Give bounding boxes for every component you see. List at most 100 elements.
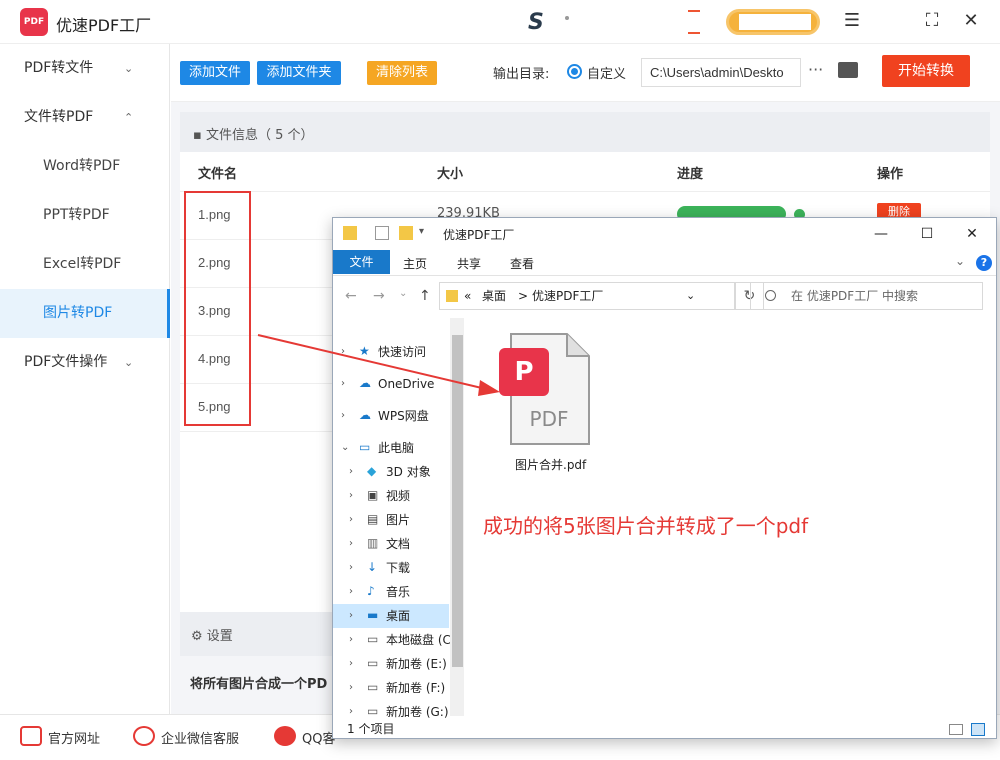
video-icon: ▣ xyxy=(367,488,379,502)
tab-home[interactable]: 主页 xyxy=(403,255,427,272)
cube-icon: ◆ xyxy=(367,464,377,478)
up-icon[interactable]: ↑ xyxy=(419,288,431,304)
nav-item[interactable]: › ▭ 新加卷 (F:) xyxy=(333,676,449,700)
tab-file[interactable]: 文件 xyxy=(333,250,390,274)
nav-item-label: 文档 xyxy=(386,537,411,551)
breadcrumb-folder[interactable]: 优速PDF工厂 xyxy=(532,283,603,309)
properties-icon[interactable] xyxy=(375,226,389,240)
chevron-right-icon[interactable]: › xyxy=(349,628,353,652)
wechat-icon xyxy=(133,726,155,746)
user-badge[interactable] xyxy=(726,9,820,35)
chevron-right-icon[interactable]: › xyxy=(349,556,353,580)
recent-dropdown-icon[interactable]: ⌄ xyxy=(399,288,407,299)
website-link[interactable]: 官方网址 xyxy=(48,728,100,747)
output-path-input[interactable]: C:\Users\admin\Deskto xyxy=(641,58,801,87)
nav-item[interactable]: › ☁ OneDrive xyxy=(333,372,449,396)
nav-item[interactable]: › ▥ 文档 xyxy=(333,532,449,556)
maximize-icon[interactable]: ☐ xyxy=(917,224,937,244)
sidebar-item-label: Word转PDF xyxy=(43,158,121,174)
nav-item[interactable]: › ♪ 音乐 xyxy=(333,580,449,604)
nav-item-label: 视频 xyxy=(386,489,411,503)
nav-item[interactable]: › ▤ 图片 xyxy=(333,508,449,532)
search-placeholder: 在 优速PDF工厂 中搜索 xyxy=(791,289,919,303)
chevron-right-icon[interactable]: › xyxy=(341,340,345,364)
nav-item[interactable]: › ☁ WPS网盘 xyxy=(333,404,449,428)
sidebar-item-excel-to-pdf[interactable]: Excel转PDF xyxy=(0,240,170,289)
chevron-right-icon[interactable]: › xyxy=(349,604,353,628)
chevron-down-icon[interactable]: ⌄ xyxy=(341,436,349,460)
menu-icon[interactable]: ☰ xyxy=(840,10,864,34)
sidebar-item-pdf-operations[interactable]: PDF文件操作 ⌄ xyxy=(0,338,170,387)
breadcrumb-desktop[interactable]: 桌面 xyxy=(482,283,506,309)
chevron-right-icon[interactable]: › xyxy=(349,484,353,508)
sidebar-item-pdf-to-file[interactable]: PDF转文件 ⌄ xyxy=(0,44,170,93)
close-icon[interactable]: ✕ xyxy=(959,10,983,34)
chevron-right-icon[interactable]: › xyxy=(349,580,353,604)
nav-scroll-thumb[interactable] xyxy=(452,335,463,667)
search-icon xyxy=(765,290,776,301)
breadcrumb-separator[interactable]: > xyxy=(518,283,528,309)
sidebar-item-file-to-pdf[interactable]: 文件转PDF ⌃ xyxy=(0,93,170,142)
folder-icon[interactable] xyxy=(838,62,858,78)
chevron-up-icon: ⌃ xyxy=(124,111,134,124)
chevron-right-icon[interactable]: › xyxy=(341,372,345,396)
nav-item[interactable]: › ★ 快速访问 xyxy=(333,340,449,364)
nav-item[interactable]: › ▭ 新加卷 (E:) xyxy=(333,652,449,676)
nav-item[interactable]: › ◆ 3D 对象 xyxy=(333,460,449,484)
nav-item[interactable]: › ▣ 视频 xyxy=(333,484,449,508)
chevron-down-icon[interactable]: ⌄ xyxy=(686,283,695,309)
highlight-box xyxy=(184,191,251,426)
chevron-right-icon[interactable]: › xyxy=(349,460,353,484)
chevron-right-icon[interactable]: › xyxy=(341,404,345,428)
merge-option: 将所有图片合成一个PD xyxy=(190,677,328,692)
sidebar-item-ppt-to-pdf[interactable]: PPT转PDF xyxy=(0,191,170,240)
chevron-right-icon[interactable]: › xyxy=(349,532,353,556)
toolbar: 添加文件 添加文件夹 清除列表 输出目录: 自定义 C:\Users\admin… xyxy=(171,44,1000,102)
details-view-icon[interactable] xyxy=(949,724,963,735)
nav-item-label: 3D 对象 xyxy=(386,465,431,479)
search-input[interactable]: 在 优速PDF工厂 中搜索 xyxy=(750,282,983,310)
sidebar-item-image-to-pdf[interactable]: 图片转PDF xyxy=(0,289,170,338)
drive-icon: ▭ xyxy=(367,656,379,670)
nav-item[interactable]: › ↓ 下载 xyxy=(333,556,449,580)
nav-item-label: WPS网盘 xyxy=(378,409,429,423)
large-icons-view-icon[interactable] xyxy=(971,723,985,736)
ribbon-expand-icon[interactable]: ⌄ xyxy=(955,254,965,268)
add-folder-button[interactable]: 添加文件夹 xyxy=(257,61,341,85)
sidebar-item-label: Excel转PDF xyxy=(43,256,122,272)
nav-item[interactable]: › ▭ 本地磁盘 (C xyxy=(333,628,451,652)
settings-text: 设置 xyxy=(206,629,233,644)
qq-link[interactable]: QQ客 xyxy=(302,728,335,747)
start-convert-button[interactable]: 开始转换 xyxy=(882,55,970,87)
address-bar[interactable]: « 桌面 > 优速PDF工厂 ⌄ xyxy=(439,282,735,310)
tab-view[interactable]: 查看 xyxy=(510,255,534,272)
custom-radio[interactable] xyxy=(567,64,582,79)
sidebar-item-word-to-pdf[interactable]: Word转PDF xyxy=(0,142,170,191)
status-bar: 1 个项目 xyxy=(333,718,996,740)
more-options-button[interactable]: ··· xyxy=(808,60,823,79)
pdf-file-name[interactable]: 图片合并.pdf xyxy=(515,456,586,473)
chevron-right-icon[interactable]: › xyxy=(349,508,353,532)
forward-icon[interactable]: → xyxy=(373,288,385,304)
chevron-right-icon[interactable]: › xyxy=(349,652,353,676)
chevron-right-icon[interactable]: › xyxy=(349,676,353,700)
qat-dropdown-icon[interactable]: ▾ xyxy=(419,226,424,237)
tab-share[interactable]: 共享 xyxy=(457,255,481,272)
drive-icon: ▭ xyxy=(367,704,379,718)
nav-item[interactable]: › ▬ 桌面 xyxy=(333,604,449,628)
address-overflow[interactable]: « xyxy=(464,283,471,309)
add-file-button[interactable]: 添加文件 xyxy=(180,61,250,85)
wechat-link[interactable]: 企业微信客服 xyxy=(161,728,239,747)
fullscreen-icon[interactable]: ⛶ xyxy=(920,10,944,34)
pdf-file-icon[interactable]: P PDF xyxy=(497,330,593,450)
clear-list-button[interactable]: 清除列表 xyxy=(367,61,437,85)
chevron-down-icon: ⌄ xyxy=(124,62,134,75)
minimize-icon[interactable]: — xyxy=(871,224,891,244)
back-icon[interactable]: ← xyxy=(345,288,357,304)
folder-icon xyxy=(343,226,357,240)
close-icon[interactable]: ✕ xyxy=(962,224,982,244)
nav-item[interactable]: ⌄ ▭ 此电脑 xyxy=(333,436,449,460)
new-folder-icon[interactable] xyxy=(399,226,413,240)
help-icon[interactable]: ? xyxy=(976,255,992,271)
app-title: 优速PDF工厂 xyxy=(56,16,152,35)
